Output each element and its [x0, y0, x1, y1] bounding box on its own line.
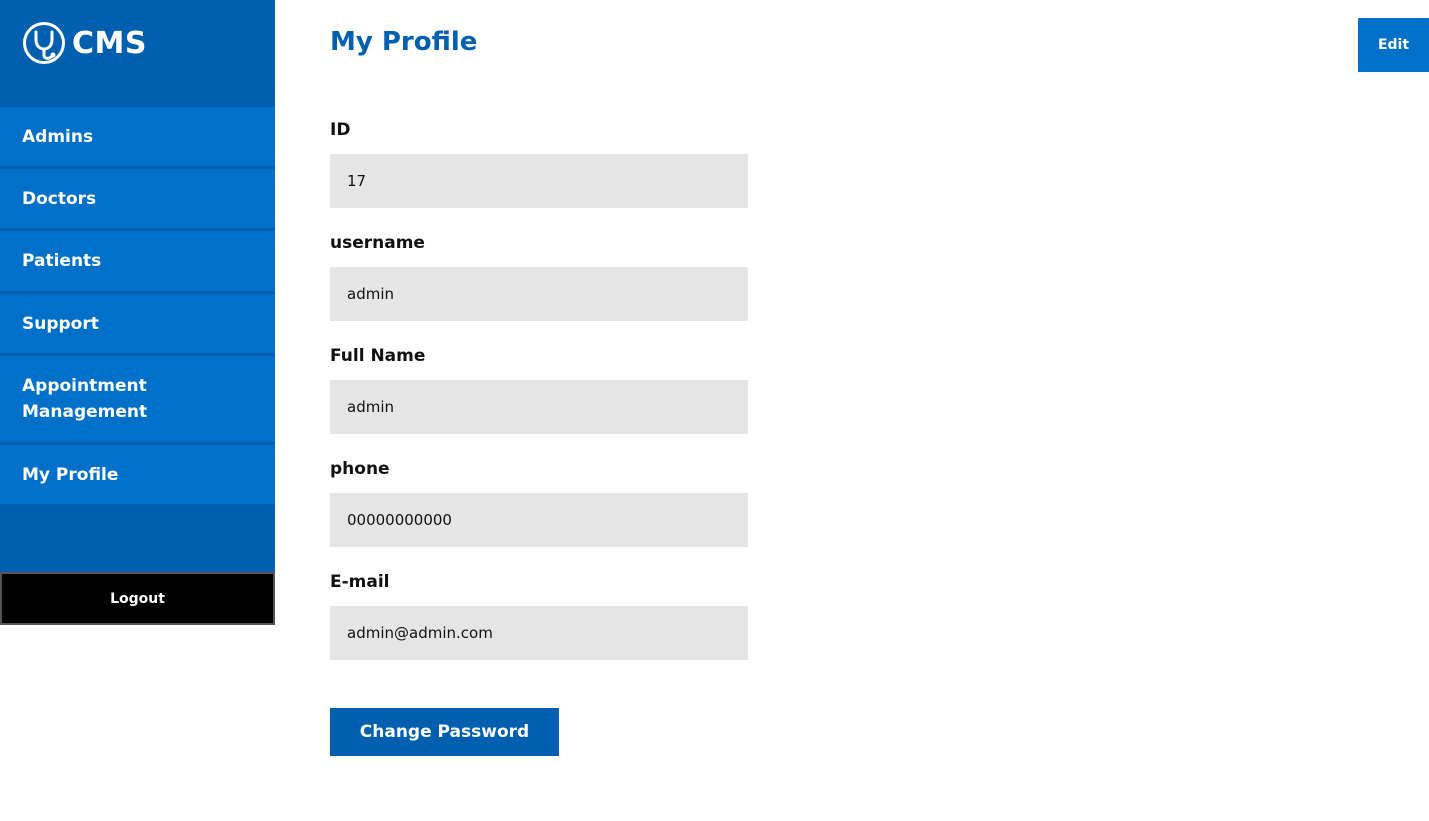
- sidebar-item-support[interactable]: Support: [0, 294, 275, 353]
- stethoscope-icon: [23, 22, 65, 64]
- sidebar-item-label: Admins: [22, 126, 94, 147]
- sidebar-item-patients[interactable]: Patients: [0, 231, 275, 291]
- sidebar-item-appointment-management[interactable]: Appointment Management: [0, 356, 275, 442]
- id-field[interactable]: [330, 154, 748, 208]
- username-field[interactable]: [330, 267, 748, 321]
- change-password-button[interactable]: Change Password: [330, 708, 559, 756]
- phone-field[interactable]: [330, 493, 748, 547]
- sidebar-item-admins[interactable]: Admins: [0, 107, 275, 166]
- phone-label: phone: [330, 459, 390, 479]
- sidebar-item-label: Support: [22, 313, 99, 334]
- edit-button[interactable]: Edit: [1358, 18, 1429, 72]
- sidebar-item-doctors[interactable]: Doctors: [0, 169, 275, 228]
- sidebar-item-label: My Profile: [22, 464, 119, 485]
- page-title: My Profile: [330, 27, 478, 57]
- email-label: E-mail: [330, 572, 390, 592]
- logout-button[interactable]: Logout: [0, 572, 275, 625]
- sidebar-item-label: Patients: [22, 251, 102, 271]
- sidebar-item-label: Doctors: [22, 188, 97, 209]
- email-field[interactable]: [330, 606, 748, 660]
- sidebar-item-label: Appointment Management: [22, 376, 148, 422]
- sidebar-item-my-profile[interactable]: My Profile: [0, 445, 275, 504]
- full-name-label: Full Name: [330, 346, 426, 366]
- full-name-field[interactable]: [330, 380, 748, 434]
- username-label: username: [330, 233, 425, 253]
- brand-name: CMS: [72, 25, 147, 61]
- id-label: ID: [330, 120, 351, 140]
- logo[interactable]: CMS: [22, 21, 147, 65]
- sidebar: CMS Admins Doctors Patients Support Appo…: [0, 0, 275, 625]
